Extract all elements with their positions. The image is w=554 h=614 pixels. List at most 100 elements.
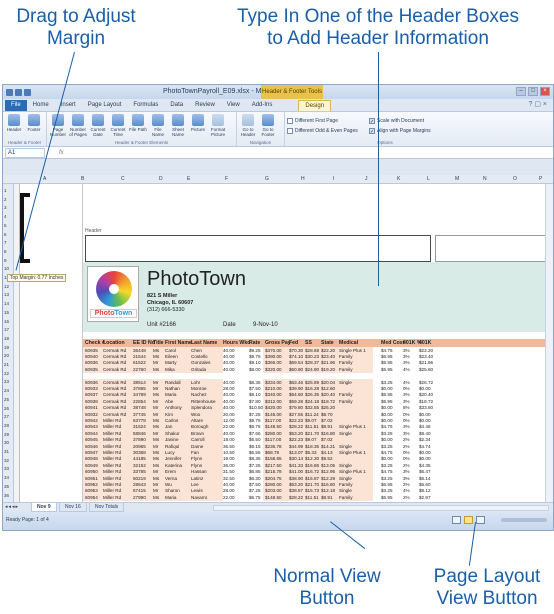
- table-cell[interactable]: 22760: [133, 367, 146, 372]
- align-with-margins-checkbox[interactable]: ✓ Align with Page Margins: [369, 126, 449, 135]
- table-cell[interactable]: $38.90: [289, 476, 303, 481]
- table-cell[interactable]: $12.60: [321, 386, 335, 391]
- table-cell[interactable]: $3.25: [381, 463, 393, 468]
- table-cell[interactable]: 0%: [403, 386, 410, 391]
- table-cell[interactable]: 60950: [85, 469, 98, 474]
- table-cell[interactable]: $23.40: [321, 354, 335, 359]
- table-cell[interactable]: 3%: [403, 399, 410, 404]
- table-cell[interactable]: $6.95: [381, 367, 393, 372]
- table-cell[interactable]: 60947: [85, 450, 98, 455]
- table-cell[interactable]: $4.75: [381, 348, 393, 353]
- table-cell[interactable]: $9.75: [249, 354, 261, 359]
- row-header[interactable]: 23: [4, 379, 9, 384]
- row-header[interactable]: 33: [4, 466, 9, 471]
- table-cell[interactable]: 60936: [85, 360, 98, 365]
- row-header[interactable]: 28: [4, 423, 9, 428]
- table-cell[interactable]: 60943: [85, 424, 98, 429]
- table-cell[interactable]: Ms: [153, 424, 159, 429]
- table-cell[interactable]: 2%: [403, 495, 410, 500]
- table-cell[interactable]: $25.60: [419, 367, 433, 372]
- row-header[interactable]: 17: [4, 327, 9, 332]
- table-cell[interactable]: 19.00: [223, 456, 235, 461]
- table-cell[interactable]: 33785: [133, 469, 146, 474]
- row-header[interactable]: 35: [4, 484, 9, 489]
- table-cell[interactable]: 0%: [403, 456, 410, 461]
- table-cell[interactable]: 36448: [133, 348, 146, 353]
- table-cell[interactable]: Single Plus 1: [339, 469, 366, 474]
- table-cell[interactable]: Miller Rd: [103, 469, 121, 474]
- table-cell[interactable]: $8.91: [321, 495, 333, 500]
- table-cell[interactable]: $3.25: [381, 431, 393, 436]
- row-header[interactable]: 27: [4, 414, 9, 419]
- table-cell[interactable]: 40.00: [223, 405, 235, 410]
- row-header[interactable]: 6: [4, 232, 7, 237]
- table-cell[interactable]: Family: [339, 399, 353, 404]
- different-first-page-checkbox[interactable]: Different First Page: [287, 116, 367, 125]
- table-cell[interactable]: $145.00: [265, 412, 282, 417]
- table-cell[interactable]: Woo: [191, 412, 200, 417]
- table-cell[interactable]: $215.78: [265, 469, 282, 474]
- table-cell[interactable]: Miller Rd: [103, 488, 121, 493]
- table-cell[interactable]: $44.99: [289, 444, 303, 449]
- table-cell[interactable]: $74.10: [289, 354, 303, 359]
- table-cell[interactable]: Mr: [153, 405, 158, 410]
- table-cell[interactable]: 12.00: [223, 418, 235, 423]
- table-cell[interactable]: Miller Rd: [103, 418, 121, 423]
- table-cell[interactable]: 3%: [403, 424, 410, 429]
- table-cell[interactable]: $6.95: [381, 399, 393, 404]
- table-cell[interactable]: 40.00: [223, 380, 235, 385]
- table-cell[interactable]: $7.50: [249, 482, 261, 487]
- table-cell[interactable]: $79.80: [289, 405, 303, 410]
- table-cell[interactable]: $203.00: [265, 488, 282, 493]
- table-cell[interactable]: Shakur: [165, 431, 180, 436]
- row-header[interactable]: 1: [4, 188, 7, 193]
- table-cell[interactable]: Cermak Rd: [103, 348, 126, 353]
- scale-with-document-checkbox[interactable]: ✓ Scale with Document: [369, 116, 449, 125]
- table-cell[interactable]: 4%: [403, 380, 410, 385]
- close-icon[interactable]: ×: [540, 87, 550, 96]
- sheet-tab-nov-9[interactable]: Nov 9: [31, 503, 57, 512]
- table-cell[interactable]: $5.33: [305, 450, 317, 455]
- table-cell[interactable]: Family: [339, 392, 353, 397]
- table-cell[interactable]: $204.75: [265, 476, 282, 481]
- table-cell[interactable]: $390.00: [265, 354, 282, 359]
- table-cell[interactable]: $24.80: [305, 367, 319, 372]
- table-cell[interactable]: $18.35: [305, 444, 319, 449]
- table-cell[interactable]: $7.25: [249, 488, 261, 493]
- maximize-icon[interactable]: □: [528, 87, 538, 96]
- table-cell[interactable]: $12.29: [321, 476, 335, 481]
- table-cell[interactable]: $7.25: [249, 412, 261, 417]
- table-cell[interactable]: $22.20: [321, 348, 335, 353]
- table-cell[interactable]: $8.40: [419, 431, 431, 436]
- table-cell[interactable]: Ms: [153, 392, 159, 397]
- table-cell[interactable]: 10.50: [223, 450, 235, 455]
- table-cell[interactable]: 37890: [133, 437, 146, 442]
- table-cell[interactable]: 40.00: [223, 348, 235, 353]
- table-cell[interactable]: $32.55: [305, 405, 319, 410]
- table-cell[interactable]: 63778: [133, 418, 146, 423]
- table-cell[interactable]: $4.75: [381, 450, 393, 455]
- column-header[interactable]: A: [43, 176, 46, 182]
- table-cell[interactable]: $8.10: [249, 392, 261, 397]
- table-cell[interactable]: $16.86: [305, 463, 319, 468]
- table-cell[interactable]: Family: [339, 367, 353, 372]
- table-cell[interactable]: Rafiqul: [165, 444, 179, 449]
- table-cell[interactable]: Nathan: [165, 386, 180, 391]
- table-cell[interactable]: Family: [339, 482, 353, 487]
- table-cell[interactable]: Maria: [165, 392, 177, 397]
- table-cell[interactable]: 3%: [403, 476, 410, 481]
- table-cell[interactable]: 32.50: [223, 476, 235, 481]
- table-cell[interactable]: 34789: [133, 392, 146, 397]
- column-header[interactable]: E: [187, 176, 190, 182]
- table-cell[interactable]: $3.25: [381, 476, 393, 481]
- table-cell[interactable]: Ms: [153, 463, 159, 468]
- table-cell[interactable]: 4%: [403, 488, 410, 493]
- table-cell[interactable]: 2%: [403, 437, 410, 442]
- table-cell[interactable]: $5.60: [419, 482, 431, 487]
- table-cell[interactable]: Ms: [153, 418, 159, 423]
- column-header[interactable]: I: [333, 176, 334, 182]
- row-header[interactable]: 4: [4, 214, 7, 219]
- table-cell[interactable]: $4.75: [381, 424, 393, 429]
- table-cell[interactable]: 40.00: [223, 354, 235, 359]
- table-cell[interactable]: Miller Rd: [103, 495, 121, 500]
